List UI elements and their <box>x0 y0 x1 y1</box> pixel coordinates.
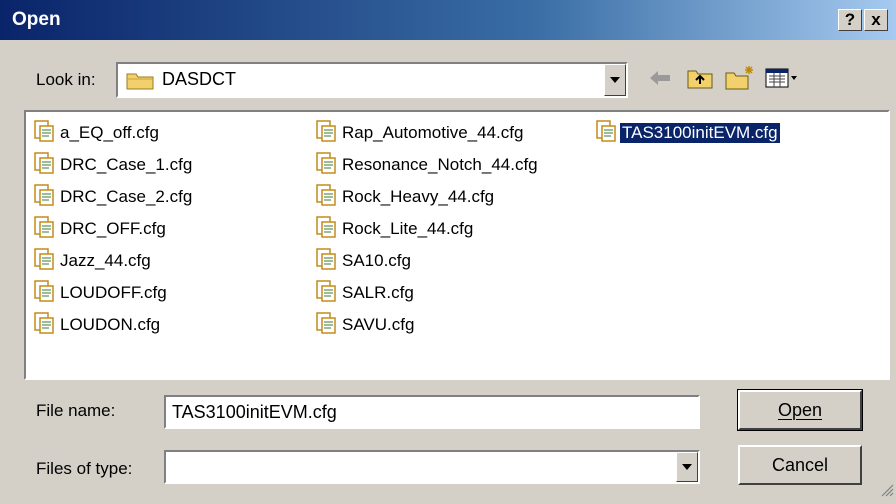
file-name: LOUDON.cfg <box>60 315 161 334</box>
file-name: Rock_Lite_44.cfg <box>342 219 474 238</box>
file-name-value: TAS3100initEVM.cfg <box>172 402 337 422</box>
files-of-type-label: Files of type: <box>36 459 133 478</box>
cfg-file-icon <box>34 119 54 147</box>
cfg-file-icon <box>34 151 54 179</box>
close-button[interactable]: x <box>864 9 888 31</box>
file-item[interactable]: Rock_Lite_44.cfg <box>316 215 475 243</box>
file-name: TAS3100initEVM.cfg <box>620 123 780 143</box>
open-button[interactable]: Open <box>737 389 863 431</box>
cfg-file-icon <box>316 119 336 147</box>
chevron-down-icon <box>682 464 692 470</box>
look-in-label: Look in: <box>36 70 96 89</box>
up-folder-icon[interactable] <box>686 64 714 97</box>
file-item[interactable]: Rap_Automotive_44.cfg <box>316 119 525 147</box>
look-in-folder-name: DASDCT <box>162 69 237 89</box>
title-bar[interactable]: Open ? x <box>0 0 896 40</box>
files-of-type-dropdown-button[interactable] <box>676 452 698 482</box>
file-item[interactable]: Rock_Heavy_44.cfg <box>316 183 496 211</box>
cfg-file-icon <box>34 279 54 307</box>
file-name-input[interactable]: TAS3100initEVM.cfg <box>164 395 700 429</box>
folder-icon <box>126 70 154 95</box>
file-item[interactable]: DRC_Case_1.cfg <box>34 151 194 179</box>
cfg-file-icon <box>34 215 54 243</box>
open-button-label: Open <box>777 399 823 420</box>
file-name: SAVU.cfg <box>342 315 415 334</box>
cfg-file-icon <box>316 279 336 307</box>
cfg-file-icon <box>316 311 336 339</box>
file-name: Resonance_Notch_44.cfg <box>342 155 538 174</box>
cancel-button[interactable]: Cancel <box>738 445 862 485</box>
file-name-label: File name: <box>36 401 116 420</box>
file-name: SA10.cfg <box>342 251 411 270</box>
file-item[interactable]: LOUDON.cfg <box>34 311 162 339</box>
cfg-file-icon <box>316 183 336 211</box>
view-menu-icon[interactable] <box>764 64 800 97</box>
file-item[interactable]: SAVU.cfg <box>316 311 416 339</box>
cfg-file-icon <box>596 119 616 147</box>
file-name: a_EQ_off.cfg <box>60 123 159 142</box>
file-item[interactable]: SALR.cfg <box>316 279 416 307</box>
chevron-down-icon <box>610 77 620 83</box>
cfg-file-icon <box>316 215 336 243</box>
help-button[interactable]: ? <box>838 9 862 31</box>
resize-grip-icon[interactable] <box>878 481 894 502</box>
file-name: Rap_Automotive_44.cfg <box>342 123 524 142</box>
file-item[interactable]: TAS3100initEVM.cfg <box>596 119 780 147</box>
file-item[interactable]: DRC_OFF.cfg <box>34 215 168 243</box>
file-item[interactable]: DRC_Case_2.cfg <box>34 183 194 211</box>
file-name: Rock_Heavy_44.cfg <box>342 187 495 206</box>
file-list[interactable]: a_EQ_off.cfg DRC_Case_1.cfg DRC_Case_2.cfg… <box>24 110 890 380</box>
file-item[interactable]: Resonance_Notch_44.cfg <box>316 151 540 179</box>
cancel-button-label: Cancel <box>771 454 829 475</box>
new-folder-icon[interactable] <box>724 64 756 97</box>
file-item[interactable]: SA10.cfg <box>316 247 413 275</box>
cfg-file-icon <box>34 247 54 275</box>
cfg-file-icon <box>34 311 54 339</box>
files-of-type-select[interactable] <box>164 450 700 484</box>
file-name: LOUDOFF.cfg <box>60 283 167 302</box>
file-name: SALR.cfg <box>342 283 414 302</box>
dialog-title: Open <box>12 9 61 30</box>
cfg-file-icon <box>34 183 54 211</box>
cfg-file-icon <box>316 247 336 275</box>
look-in-dropdown-button[interactable] <box>604 64 626 96</box>
file-name: DRC_Case_1.cfg <box>60 155 193 174</box>
file-name: DRC_OFF.cfg <box>60 219 166 238</box>
cfg-file-icon <box>316 151 336 179</box>
file-item[interactable]: a_EQ_off.cfg <box>34 119 161 147</box>
file-name: Jazz_44.cfg <box>60 251 151 270</box>
file-item[interactable]: LOUDOFF.cfg <box>34 279 169 307</box>
file-name: DRC_Case_2.cfg <box>60 187 193 206</box>
look-in-combo[interactable]: DASDCT <box>116 62 628 98</box>
file-item[interactable]: Jazz_44.cfg <box>34 247 153 275</box>
back-arrow-icon[interactable] <box>646 64 674 97</box>
